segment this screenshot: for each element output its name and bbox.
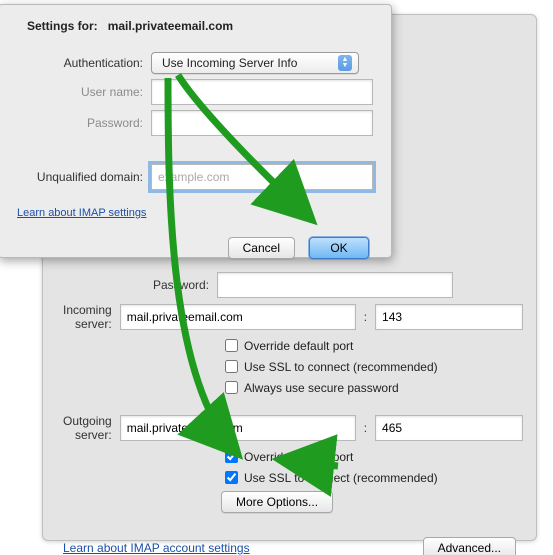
cancel-button[interactable]: Cancel <box>228 237 295 259</box>
row-incoming-server: Incoming server: : <box>63 303 516 331</box>
port-separator: : <box>364 421 367 435</box>
incoming-checks: Override default port Use SSL to connect… <box>221 336 516 397</box>
checkbox[interactable] <box>225 471 238 484</box>
unqualified-domain-label: Unqualified domain: <box>17 170 151 184</box>
outgoing-port-field[interactable] <box>375 415 523 441</box>
outgoing-checks: Override default port Use SSL to connect… <box>221 447 516 513</box>
chevron-updown-icon: ▲▼ <box>338 55 352 71</box>
row-outgoing-server: Outgoing server: : <box>63 414 516 442</box>
port-separator: : <box>364 310 367 324</box>
advanced-button[interactable]: Advanced... <box>423 537 516 555</box>
learn-imap-link[interactable]: Learn about IMAP settings <box>17 207 146 219</box>
password-field[interactable] <box>217 272 453 298</box>
incoming-server-field[interactable] <box>120 304 356 330</box>
incoming-port-field[interactable] <box>375 304 523 330</box>
checkbox[interactable] <box>225 339 238 352</box>
unqualified-domain-field[interactable] <box>151 164 373 190</box>
incoming-ssl-checkbox[interactable]: Use SSL to connect (recommended) <box>221 357 516 376</box>
row-unqualified-domain: Unqualified domain: <box>17 164 373 190</box>
row-authentication: Authentication: Use Incoming Server Info… <box>17 52 373 74</box>
ok-button[interactable]: OK <box>309 237 369 259</box>
password-label: Password: <box>63 278 217 292</box>
incoming-server-label: Incoming server: <box>63 303 120 331</box>
incoming-override-port-checkbox[interactable]: Override default port <box>221 336 516 355</box>
outgoing-server-field[interactable] <box>120 415 356 441</box>
incoming-secure-password-checkbox[interactable]: Always use secure password <box>221 378 516 397</box>
sheet-password-field[interactable] <box>151 110 373 136</box>
authentication-value: Use Incoming Server Info <box>162 56 297 70</box>
username-label: User name: <box>17 85 151 99</box>
checkbox-label: Always use secure password <box>244 381 399 395</box>
learn-imap-account-link[interactable]: Learn about IMAP account settings <box>63 541 250 555</box>
username-field[interactable] <box>151 79 373 105</box>
checkbox[interactable] <box>225 360 238 373</box>
authentication-popup[interactable]: Use Incoming Server Info ▲▼ <box>151 52 359 74</box>
sheet-title: Settings for: mail.privateemail.com <box>27 19 373 33</box>
checkbox-label: Use SSL to connect (recommended) <box>244 360 438 374</box>
sheet-password-label: Password: <box>17 116 151 130</box>
outgoing-override-port-checkbox[interactable]: Override default port <box>221 447 516 466</box>
row-sheet-password: Password: <box>17 110 373 136</box>
authentication-label: Authentication: <box>17 56 151 70</box>
checkbox[interactable] <box>225 381 238 394</box>
outgoing-ssl-checkbox[interactable]: Use SSL to connect (recommended) <box>221 468 516 487</box>
row-username: User name: <box>17 79 373 105</box>
outgoing-server-label: Outgoing server: <box>63 414 120 442</box>
more-options-button[interactable]: More Options... <box>221 491 333 513</box>
checkbox-label: Override default port <box>244 339 353 353</box>
checkbox-label: Override default port <box>244 450 353 464</box>
outgoing-settings-sheet: Settings for: mail.privateemail.com Auth… <box>0 4 392 258</box>
row-password: Password: <box>63 272 516 298</box>
checkbox[interactable] <box>225 450 238 463</box>
checkbox-label: Use SSL to connect (recommended) <box>244 471 438 485</box>
